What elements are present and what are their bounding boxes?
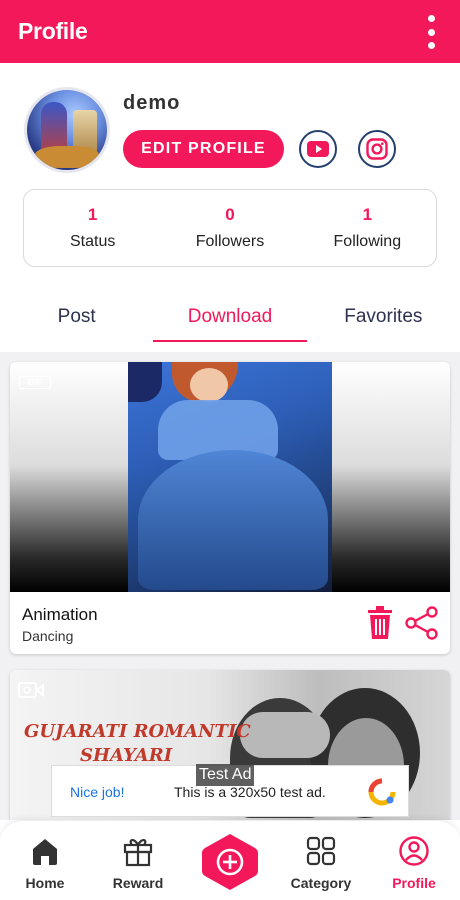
thumbnail-text: GUJARATI ROMANTIC SHAYARI [24,720,251,768]
video-camera-icon [18,682,44,698]
edit-profile-button[interactable]: EDIT PROFILE [123,130,284,168]
youtube-button[interactable] [299,130,337,168]
tab-post[interactable]: Post [0,292,153,344]
nav-reward-label: Reward [112,875,164,891]
ad-nice-text: Nice job! [70,784,125,800]
stat-label: Following [333,233,402,250]
stat-value: 1 [87,205,98,224]
page-title: Profile [18,18,88,44]
stat-following[interactable]: 1 Following [299,190,436,266]
item-title: Animation [22,605,98,624]
nav-profile[interactable]: Profile [374,835,454,891]
delete-icon[interactable] [366,606,394,640]
stat-followers[interactable]: 0 Followers [161,190,298,266]
nav-category-label: Category [290,875,352,891]
animation-image [128,362,332,592]
stat-value: 1 [362,205,373,224]
avatar[interactable] [24,87,110,173]
item-meta: Animation Dancing [10,592,450,654]
youtube-icon [307,141,329,157]
media-thumbnail[interactable]: GIF [10,362,450,592]
profile-tabs: Post Download Favorites [0,292,460,344]
stat-status[interactable]: 1 Status [24,190,161,266]
nav-home[interactable]: Home [5,835,85,891]
add-post-button[interactable] [202,832,258,892]
nav-home-label: Home [25,875,65,891]
instagram-icon [366,138,388,160]
thumbnail-text-line1: GUJARATI ROMANTIC [24,721,251,742]
stat-label: Followers [195,233,265,250]
tab-download[interactable]: Download [153,292,307,344]
stats-card: 1 Status 0 Followers 1 Following [23,189,437,267]
nav-reward[interactable]: Reward [98,835,178,891]
list-item[interactable]: GIF Animation Dancing [10,362,450,654]
ad-text: This is a 320x50 test ad. [174,784,326,800]
home-icon [33,839,57,865]
nav-category[interactable]: Category [281,835,361,891]
gif-badge-icon: GIF [19,376,51,389]
share-icon[interactable] [405,606,439,640]
app-bar: Profile [0,0,460,63]
download-feed[interactable]: GIF Animation Dancing GUJARATI ROMANTIC … [0,352,460,820]
tab-favorites[interactable]: Favorites [307,292,460,344]
instagram-button[interactable] [358,130,396,168]
ad-label: Test Ad [196,764,255,786]
more-vert-icon[interactable] [424,15,438,49]
app-root: Profile demo EDIT PROFILE 1 Status 0 Fol… [0,0,460,900]
item-category: Dancing [22,628,74,644]
ad-logo-icon [368,778,396,806]
username: demo [123,92,181,114]
gift-icon [123,839,153,867]
nav-profile-label: Profile [392,875,436,891]
stat-label: Status [69,233,116,250]
stat-value: 0 [225,205,235,224]
grid-icon [306,836,336,866]
user-circle-icon [399,836,429,866]
